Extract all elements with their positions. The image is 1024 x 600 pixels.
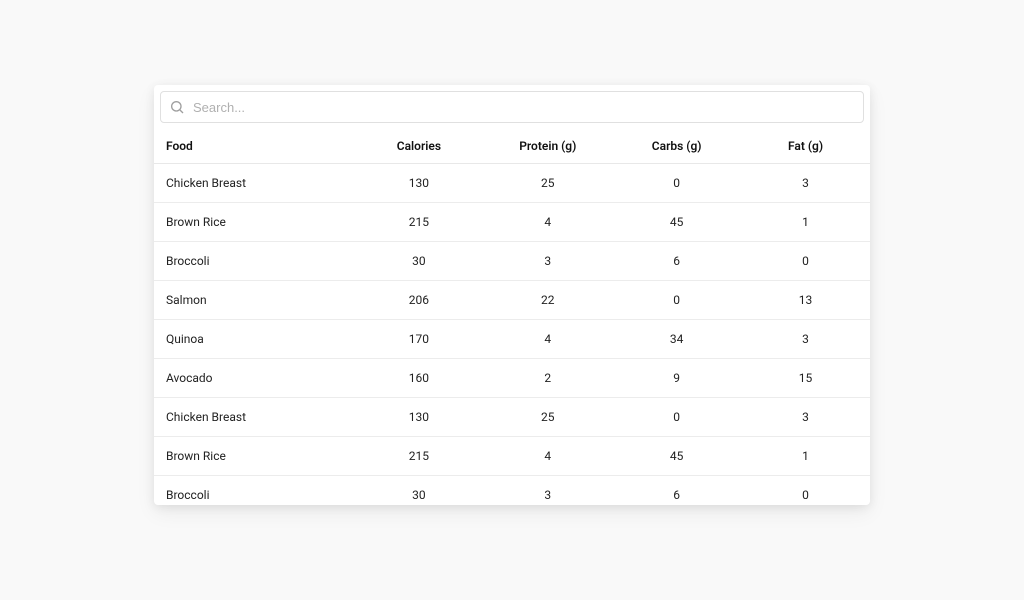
cell-carbs: 6	[612, 242, 741, 281]
cell-carbs: 0	[612, 398, 741, 437]
cell-fat: 3	[741, 164, 870, 203]
col-calories[interactable]: Calories	[354, 129, 483, 164]
cell-food: Chicken Breast	[154, 398, 354, 437]
table-row[interactable]: Broccoli30360	[154, 242, 870, 281]
cell-calories: 215	[354, 203, 483, 242]
cell-protein: 4	[483, 437, 612, 476]
nutrition-table: Food Calories Protein (g) Carbs (g) Fat …	[154, 129, 870, 505]
cell-fat: 13	[741, 281, 870, 320]
cell-calories: 130	[354, 164, 483, 203]
search-container	[154, 85, 870, 129]
cell-carbs: 34	[612, 320, 741, 359]
cell-calories: 30	[354, 242, 483, 281]
col-food[interactable]: Food	[154, 129, 354, 164]
cell-calories: 30	[354, 476, 483, 506]
cell-fat: 0	[741, 476, 870, 506]
cell-calories: 130	[354, 398, 483, 437]
cell-food: Broccoli	[154, 476, 354, 506]
cell-protein: 3	[483, 242, 612, 281]
search-field[interactable]	[160, 91, 864, 123]
cell-carbs: 0	[612, 281, 741, 320]
cell-food: Avocado	[154, 359, 354, 398]
table-row[interactable]: Salmon20622013	[154, 281, 870, 320]
table-row[interactable]: Chicken Breast1302503	[154, 398, 870, 437]
table-row[interactable]: Chicken Breast1302503	[154, 164, 870, 203]
cell-carbs: 45	[612, 203, 741, 242]
cell-calories: 206	[354, 281, 483, 320]
cell-protein: 2	[483, 359, 612, 398]
cell-food: Salmon	[154, 281, 354, 320]
cell-protein: 4	[483, 320, 612, 359]
table-row[interactable]: Avocado1602915	[154, 359, 870, 398]
cell-protein: 25	[483, 164, 612, 203]
col-protein[interactable]: Protein (g)	[483, 129, 612, 164]
table-row[interactable]: Quinoa1704343	[154, 320, 870, 359]
search-icon	[169, 99, 185, 115]
cell-food: Chicken Breast	[154, 164, 354, 203]
cell-protein: 22	[483, 281, 612, 320]
nutrition-panel: Food Calories Protein (g) Carbs (g) Fat …	[154, 85, 870, 505]
col-fat[interactable]: Fat (g)	[741, 129, 870, 164]
cell-fat: 3	[741, 320, 870, 359]
cell-carbs: 9	[612, 359, 741, 398]
cell-calories: 170	[354, 320, 483, 359]
cell-calories: 160	[354, 359, 483, 398]
cell-fat: 15	[741, 359, 870, 398]
cell-food: Broccoli	[154, 242, 354, 281]
table-row[interactable]: Brown Rice2154451	[154, 203, 870, 242]
table-scroll[interactable]: Food Calories Protein (g) Carbs (g) Fat …	[154, 129, 870, 505]
cell-fat: 1	[741, 437, 870, 476]
cell-calories: 215	[354, 437, 483, 476]
cell-protein: 25	[483, 398, 612, 437]
cell-carbs: 0	[612, 164, 741, 203]
cell-food: Quinoa	[154, 320, 354, 359]
table-header-row: Food Calories Protein (g) Carbs (g) Fat …	[154, 129, 870, 164]
table-row[interactable]: Brown Rice2154451	[154, 437, 870, 476]
cell-fat: 1	[741, 203, 870, 242]
cell-carbs: 45	[612, 437, 741, 476]
cell-carbs: 6	[612, 476, 741, 506]
search-input[interactable]	[193, 100, 855, 115]
cell-fat: 0	[741, 242, 870, 281]
cell-food: Brown Rice	[154, 437, 354, 476]
cell-protein: 4	[483, 203, 612, 242]
cell-fat: 3	[741, 398, 870, 437]
table-row[interactable]: Broccoli30360	[154, 476, 870, 506]
cell-food: Brown Rice	[154, 203, 354, 242]
cell-protein: 3	[483, 476, 612, 506]
col-carbs[interactable]: Carbs (g)	[612, 129, 741, 164]
